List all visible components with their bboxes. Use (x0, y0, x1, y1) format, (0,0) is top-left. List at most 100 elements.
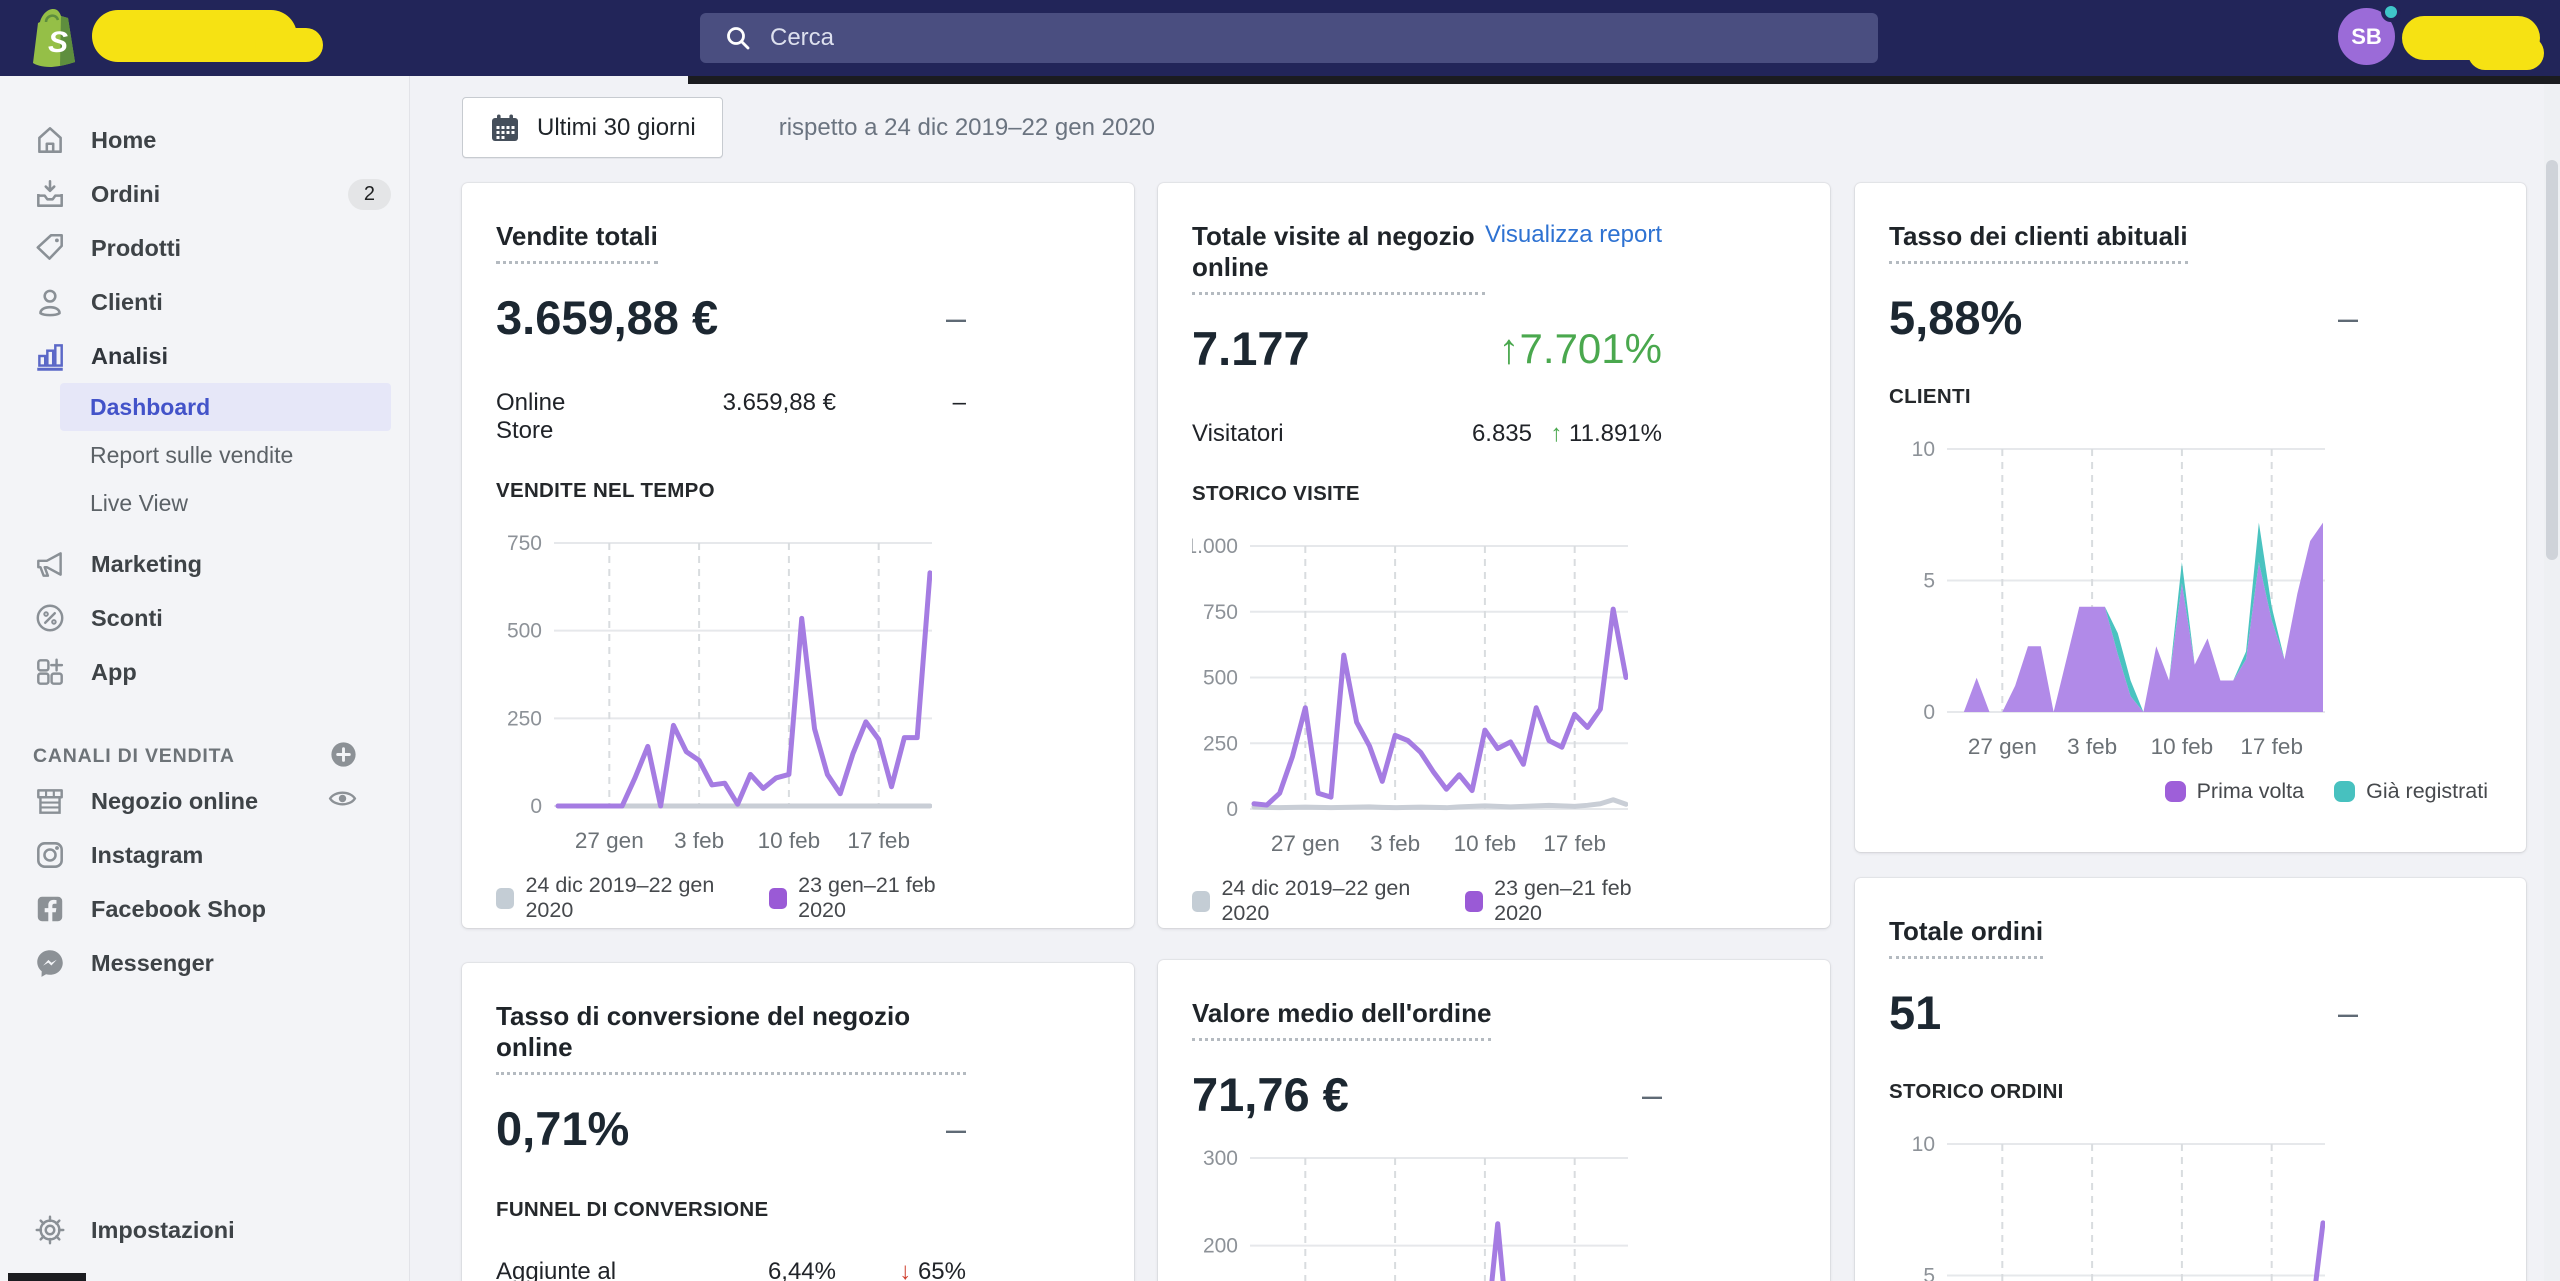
sidebar-item-label: Sconti (91, 605, 163, 632)
sidebar-item-label: Prodotti (91, 235, 181, 262)
discount-icon (33, 601, 67, 635)
sidebar-item-app[interactable]: App (0, 645, 409, 699)
sidebar-item-label: Marketing (91, 551, 202, 578)
orders-icon (33, 177, 67, 211)
view-store-eye-icon[interactable] (326, 782, 359, 820)
chart-section-label: STORICO VISITE (1192, 482, 1662, 506)
svg-text:250: 250 (507, 707, 542, 730)
sidebar-item-instagram[interactable]: Instagram (0, 828, 409, 882)
sidebar-item-prodotti[interactable]: Prodotti (0, 221, 409, 275)
chart-section-label: CLIENTI (1889, 385, 2358, 409)
svg-text:10 feb: 10 feb (2151, 734, 2214, 759)
svg-text:200: 200 (1203, 1235, 1238, 1258)
date-range-label: Ultimi 30 giorni (537, 114, 696, 142)
legend-label: 23 gen–21 feb 2020 (798, 873, 966, 923)
funnel-row-carrello: Aggiunte al carrello 462 sessioni 6,44% … (496, 1258, 966, 1281)
card-clienti-abituali: Tasso dei clienti abituali 5,88% – CLIEN… (1855, 183, 2526, 852)
sidebar-item-messenger[interactable]: Messenger (0, 936, 409, 990)
compare-period-label: rispetto a 24 dic 2019–22 gen 2020 (779, 114, 1155, 142)
card-title: Tasso di conversione del negozio online (496, 1001, 966, 1075)
svg-text:750: 750 (507, 532, 542, 555)
svg-text:0: 0 (1226, 798, 1238, 821)
home-icon (33, 123, 67, 157)
chart-legend: Prima volta Già registrati (1889, 779, 2488, 804)
search-icon (722, 22, 754, 54)
chart-section-label: VENDITE NEL TEMPO (496, 479, 966, 503)
sidebar-item-label: Impostazioni (91, 1217, 235, 1244)
sidebar-item-marketing[interactable]: Marketing (0, 537, 409, 591)
svg-text:10 feb: 10 feb (1454, 831, 1517, 856)
messenger-icon (33, 946, 67, 980)
total-orders-value: 51 (1889, 985, 1941, 1040)
storefront-icon (33, 784, 67, 818)
visualizza-report-link[interactable]: Visualizza report (1485, 221, 1662, 249)
sidebar-item-home[interactable]: Home (0, 113, 409, 167)
funnel-step-rate: 6,44% (696, 1258, 836, 1281)
svg-text:3 feb: 3 feb (674, 828, 724, 853)
gear-icon (33, 1213, 67, 1247)
svg-text:3 feb: 3 feb (1370, 831, 1420, 856)
metric-row-online-store: Online Store 3.659,88 € – (496, 389, 966, 445)
svg-text:500: 500 (507, 620, 542, 643)
total-sales-value: 3.659,88 € (496, 290, 718, 345)
sub-item-label: Dashboard (90, 394, 210, 421)
global-search[interactable] (700, 13, 1878, 63)
scrollbar-track[interactable] (2544, 76, 2560, 1281)
returning-rate-value: 5,88% (1889, 290, 2022, 345)
date-range-button[interactable]: Ultimi 30 giorni (462, 97, 723, 158)
delta-dash: – (1642, 1074, 1662, 1116)
sidebar-item-label: Analisi (91, 343, 168, 370)
sidebar-item-clienti[interactable]: Clienti (0, 275, 409, 329)
analytics-icon (33, 339, 67, 373)
add-channel-button[interactable] (328, 739, 359, 775)
chart-legend: 24 dic 2019–22 gen 2020 23 gen–21 feb 20… (496, 873, 966, 923)
search-input[interactable] (770, 24, 1820, 52)
legend-label: Già registrati (2366, 779, 2488, 804)
shopify-logo-icon[interactable]: S (22, 5, 86, 71)
legend-swatch-comparison (1192, 891, 1210, 912)
instagram-icon (33, 838, 67, 872)
funnel-section-label: FUNNEL DI CONVERSIONE (496, 1198, 966, 1222)
sidebar-item-sconti[interactable]: Sconti (0, 591, 409, 645)
card-valore-medio-ordine: Valore medio dell'ordine 71,76 € – 01002… (1158, 960, 1830, 1281)
metric-delta: – (836, 389, 966, 417)
svg-text:1.000: 1.000 (1192, 535, 1238, 558)
card-title: Valore medio dell'ordine (1192, 998, 1491, 1041)
sub-item-label: Report sulle vendite (90, 442, 293, 469)
sidebar-item-impostazioni[interactable]: Impostazioni (0, 1203, 410, 1257)
legend-swatch-prima-volta (2165, 781, 2186, 802)
metric-row-visitatori: Visitatori 6.835 ↑ 11.891% (1192, 420, 1662, 448)
sidebar-item-analisi[interactable]: Analisi (0, 329, 409, 383)
sales-over-time-chart: 025050075027 gen3 feb10 feb17 feb (496, 509, 966, 861)
sidebar-item-report-vendite[interactable]: Report sulle vendite (60, 431, 391, 479)
sidebar-item-negozio-online[interactable]: Negozio online (0, 774, 409, 828)
card-vendite-totali: Vendite totali 3.659,88 € – Online Store… (462, 183, 1134, 928)
delta-dash: – (2338, 297, 2358, 339)
svg-text:5: 5 (1923, 570, 1935, 593)
chart-section-label: STORICO ORDINI (1889, 1080, 2358, 1104)
svg-text:3 feb: 3 feb (2067, 734, 2117, 759)
down-arrow-icon: ↓ (899, 1258, 911, 1281)
up-arrow-icon: ↑ (1550, 420, 1562, 447)
sidebar-item-ordini[interactable]: Ordini 2 (0, 167, 409, 221)
metric-label: Visitatori (1192, 420, 1312, 448)
delta-dash: – (2338, 992, 2358, 1034)
sidebar-item-label: Negozio online (91, 788, 258, 815)
scrollbar-thumb[interactable] (2546, 160, 2558, 560)
megaphone-icon (33, 547, 67, 581)
sidebar-item-dashboard[interactable]: Dashboard (60, 383, 391, 431)
sidebar-item-live-view[interactable]: Live View (60, 479, 391, 527)
facebook-icon (33, 892, 67, 926)
sales-channels-header: CANALI DI VENDITA (0, 745, 409, 768)
legend-swatch-current (1465, 891, 1483, 912)
svg-text:27 gen: 27 gen (1271, 831, 1340, 856)
svg-text:17 feb: 17 feb (1543, 831, 1606, 856)
svg-text:750: 750 (1203, 601, 1238, 624)
total-visits-value: 7.177 (1192, 321, 1310, 376)
sidebar-item-label: Facebook Shop (91, 896, 266, 923)
avatar-initials: SB (2351, 24, 2382, 50)
svg-text:17 feb: 17 feb (847, 828, 910, 853)
sidebar-item-facebook-shop[interactable]: Facebook Shop (0, 882, 409, 936)
notification-dot (2381, 2, 2401, 22)
sidebar-item-label: Messenger (91, 950, 214, 977)
